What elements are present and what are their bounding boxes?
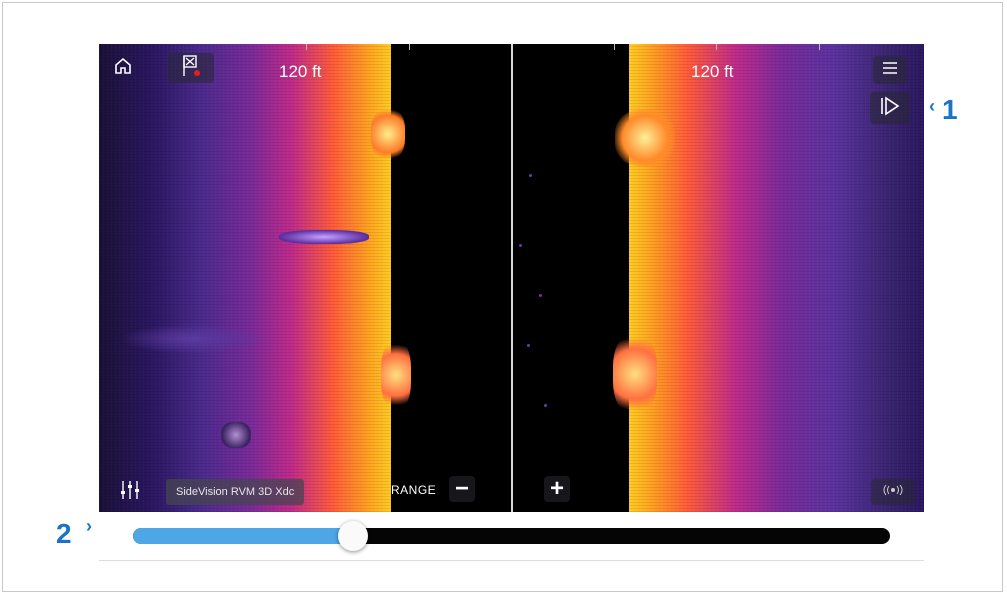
callout-1: 1 bbox=[942, 94, 958, 125]
play-icon bbox=[879, 96, 901, 121]
home-button[interactable] bbox=[110, 55, 136, 81]
history-slider-thumb[interactable] bbox=[338, 521, 368, 551]
home-icon bbox=[113, 56, 133, 81]
hamburger-menu-icon bbox=[882, 61, 898, 80]
callout-1-pointer: ‹ bbox=[929, 96, 935, 116]
plus-icon: + bbox=[549, 475, 564, 502]
range-decrease-button[interactable]: − bbox=[449, 475, 475, 502]
sliders-icon bbox=[119, 479, 141, 506]
minus-icon: − bbox=[454, 475, 469, 502]
transducer-name-label: SideVision RVM 3D Xdc bbox=[166, 479, 305, 505]
starboard-range-scale: 120 ft bbox=[691, 62, 734, 81]
menu-button[interactable] bbox=[873, 56, 907, 84]
history-slider-track[interactable] bbox=[133, 528, 890, 544]
history-slider-fill bbox=[133, 528, 353, 544]
waypoint-button[interactable] bbox=[168, 53, 214, 83]
callout-2-pointer: › bbox=[86, 516, 92, 536]
transducer-status-button[interactable] bbox=[871, 479, 915, 505]
callout-2: 2 bbox=[56, 518, 72, 549]
sonar-screen: 120 ft 120 ft SideVision RVM 3D Xdc − RA… bbox=[99, 44, 924, 512]
transducer-signal-icon bbox=[882, 483, 904, 501]
settings-button[interactable] bbox=[115, 478, 145, 506]
range-increase-button[interactable]: + bbox=[544, 475, 570, 502]
boat-centerline bbox=[511, 44, 513, 512]
waypoint-flag-icon bbox=[180, 54, 202, 83]
port-range-scale: 120 ft bbox=[279, 62, 322, 81]
play-history-button[interactable] bbox=[870, 92, 910, 124]
range-label: RANGE bbox=[391, 483, 437, 497]
port-sonar-image bbox=[99, 44, 411, 512]
